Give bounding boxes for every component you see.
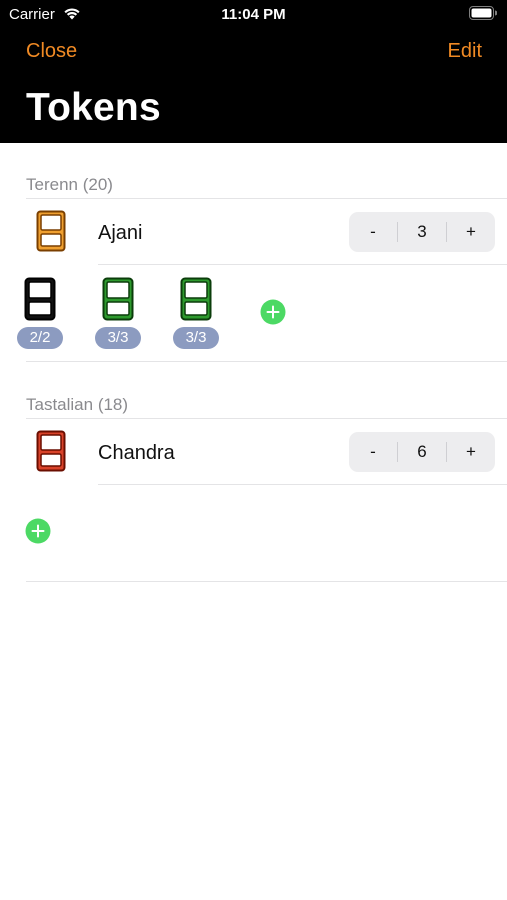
close-button[interactable]: Close [26,40,77,63]
power-toughness-badge: 3/3 [95,327,141,349]
divider [26,581,507,582]
counter-value: 3 [417,222,427,241]
counter-stepper-chandra: - 6 + [349,432,495,472]
divider [26,198,507,199]
divider [26,418,507,419]
card-icon-black [24,277,56,321]
decrement-button[interactable]: - [349,432,397,472]
header: Carrier 11:04 PM Close Edit Tokens [0,0,507,143]
card-icon-orange [36,210,66,252]
divider [98,484,507,485]
token-item[interactable]: 3/3 [95,277,141,357]
card-icon-green [102,277,134,321]
power-toughness-badge: 2/2 [17,327,63,349]
token-item[interactable]: 3/3 [173,277,219,357]
status-bar: Carrier 11:04 PM [0,0,507,30]
counter-stepper-ajani: - 3 + [349,212,495,252]
edit-button[interactable]: Edit [448,40,482,63]
increment-button[interactable]: + [447,432,495,472]
section-header-tastalian: Tastalian (18) [26,395,129,414]
decrement-button[interactable]: - [349,212,397,252]
card-icon-green [180,277,212,321]
card-icon-red [36,430,66,472]
divider [98,264,507,265]
divider [26,361,507,362]
section-header-terenn: Terenn (20) [26,175,113,194]
player-name-chandra: Chandra [98,442,175,464]
add-token-button[interactable] [260,299,286,325]
add-token-button[interactable] [25,518,51,544]
battery-icon [469,6,497,20]
page-title: Tokens [26,86,161,129]
increment-button[interactable]: + [447,212,495,252]
counter-value: 6 [417,442,427,461]
power-toughness-badge: 3/3 [173,327,219,349]
player-name-ajani: Ajani [98,222,143,244]
token-item[interactable]: 2/2 [17,277,63,357]
status-time: 11:04 PM [221,6,286,23]
